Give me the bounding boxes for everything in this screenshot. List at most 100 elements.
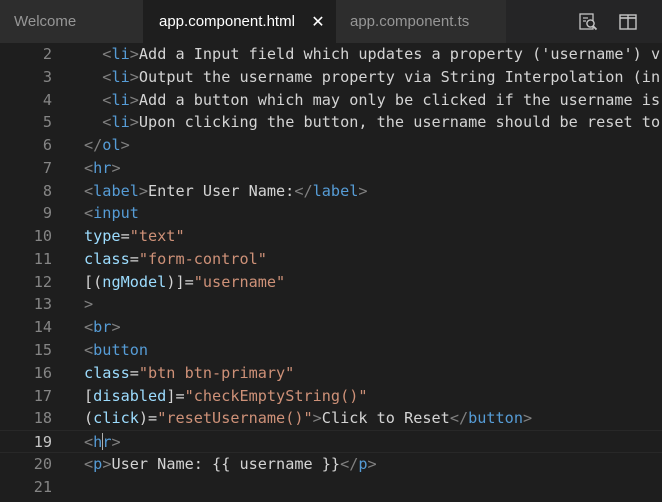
code-line[interactable]: 18 (click)="resetUsername()">Click to Res…: [0, 407, 662, 430]
code-token: >: [129, 90, 139, 109]
code-editor[interactable]: 2 <li>Add a Input field which updates a …: [0, 43, 662, 502]
code-token: </: [449, 409, 469, 428]
code-line[interactable]: 4 <li>Add a button which may only be cli…: [0, 89, 662, 112]
code-text[interactable]: <li>Upon clicking the button, the userna…: [84, 111, 660, 134]
code-line[interactable]: 20 <p>User Name: {{ username }}</p>: [0, 453, 662, 476]
code-token: ngModel: [102, 272, 167, 291]
code-text[interactable]: [disabled]="checkEmptyString()": [84, 385, 368, 408]
tab-label: Welcome: [14, 13, 77, 30]
line-number: 17: [33, 386, 52, 405]
code-token: >: [120, 136, 130, 155]
close-icon[interactable]: ✕: [309, 12, 327, 31]
line-number: 6: [42, 136, 52, 155]
code-line[interactable]: 17 [disabled]="checkEmptyString()": [0, 385, 662, 408]
code-token: =: [120, 227, 130, 246]
open-preview-icon[interactable]: [577, 11, 599, 33]
code-line[interactable]: 11 class="form-control": [0, 248, 662, 271]
code-text[interactable]: <input: [84, 202, 139, 225]
code-token: br: [93, 318, 112, 337]
code-token: >: [138, 181, 149, 200]
code-text[interactable]: >: [84, 293, 93, 316]
code-token: >: [358, 181, 368, 200]
code-text[interactable]: <li>Add a Input field which updates a pr…: [84, 43, 660, 66]
code-token: p: [93, 454, 103, 473]
code-text[interactable]: <button: [84, 339, 148, 362]
code-line[interactable]: 2 <li>Add a Input field which updates a …: [0, 43, 662, 66]
code-token: hr: [93, 158, 112, 177]
code-text[interactable]: [(ngModel)]="username": [84, 271, 285, 294]
tab-app-component-ts[interactable]: app.component.ts: [336, 0, 506, 43]
line-number: 7: [42, 158, 52, 177]
code-text[interactable]: <hr>: [84, 431, 121, 454]
code-token: </: [340, 454, 359, 473]
code-line[interactable]: 19 <hr>: [0, 430, 662, 453]
code-text[interactable]: type="text": [84, 225, 185, 248]
code-token: Add a Input field which updates a proper…: [138, 45, 661, 63]
code-token: class: [84, 363, 130, 382]
code-token: (: [84, 409, 94, 428]
tab-label: app.component.html: [159, 13, 295, 30]
code-line[interactable]: 13 >: [0, 293, 662, 316]
editor-tab-bar: Welcome app.component.html ✕ app.compone…: [0, 0, 662, 43]
code-line[interactable]: 9 <input: [0, 202, 662, 225]
code-token: click: [93, 409, 139, 428]
code-token: <: [84, 433, 94, 452]
code-text[interactable]: <p>User Name: {{ username }}</p>: [84, 453, 377, 476]
code-line[interactable]: 16 class="btn btn-primary": [0, 362, 662, 385]
code-token: User Name: {{ username }}: [111, 454, 341, 473]
code-token: =: [129, 249, 139, 268]
code-line[interactable]: 12 [(ngModel)]="username": [0, 271, 662, 294]
code-token: </: [294, 181, 313, 200]
code-line[interactable]: 21: [0, 476, 662, 499]
code-text[interactable]: </ol>: [84, 134, 130, 157]
code-token: "username": [193, 272, 286, 291]
tab-app-component-html[interactable]: app.component.html ✕: [143, 0, 336, 43]
tab-label: app.component.ts: [350, 13, 470, 30]
code-token: "text": [129, 227, 185, 246]
code-token: "resetUsername()": [157, 409, 313, 428]
code-text[interactable]: class="btn btn-primary": [84, 362, 294, 385]
code-token: li: [111, 45, 130, 63]
code-token: label: [93, 181, 139, 200]
code-token: button: [93, 341, 149, 359]
code-line[interactable]: 15 <button: [0, 339, 662, 362]
code-line[interactable]: 3 <li>Output the username property via S…: [0, 66, 662, 89]
code-token: =: [175, 386, 185, 405]
code-token: >: [129, 45, 139, 63]
code-token: class: [84, 249, 130, 268]
code-line[interactable]: 5 <li>Upon clicking the button, the user…: [0, 111, 662, 134]
code-line[interactable]: 14 <br>: [0, 316, 662, 339]
code-text[interactable]: class="form-control": [84, 248, 267, 271]
code-token: <: [84, 454, 94, 473]
code-token: <: [84, 158, 94, 177]
line-number: 12: [33, 272, 52, 291]
code-text[interactable]: <li>Add a button which may only be click…: [84, 89, 660, 112]
code-text[interactable]: <li>Output the username property via Str…: [84, 66, 660, 89]
split-editor-icon[interactable]: [617, 11, 639, 33]
code-text[interactable]: <label>Enter User Name:</label>: [84, 180, 368, 203]
code-text[interactable]: <br>: [84, 316, 121, 339]
code-line[interactable]: 8 <label>Enter User Name:</label>: [0, 180, 662, 203]
line-number: 14: [33, 318, 52, 337]
code-text[interactable]: (click)="resetUsername()">Click to Reset…: [84, 407, 532, 430]
line-number: 4: [42, 90, 52, 109]
line-number: 3: [42, 67, 52, 86]
code-line[interactable]: 6 </ol>: [0, 134, 662, 157]
code-token: "form-control": [138, 249, 267, 268]
line-number: 16: [33, 363, 52, 382]
code-token: Add a button which may only be clicked i…: [138, 90, 661, 109]
line-number: 13: [33, 295, 52, 314]
code-line[interactable]: 10 type="text": [0, 225, 662, 248]
code-token: li: [111, 90, 130, 109]
code-text[interactable]: <hr>: [84, 157, 121, 180]
tab-welcome[interactable]: Welcome: [0, 0, 143, 43]
code-token: >: [111, 318, 121, 337]
code-line[interactable]: 7 <hr>: [0, 157, 662, 180]
code-token: ol: [102, 136, 121, 155]
code-token: >: [312, 409, 322, 428]
code-token: <: [84, 204, 94, 223]
